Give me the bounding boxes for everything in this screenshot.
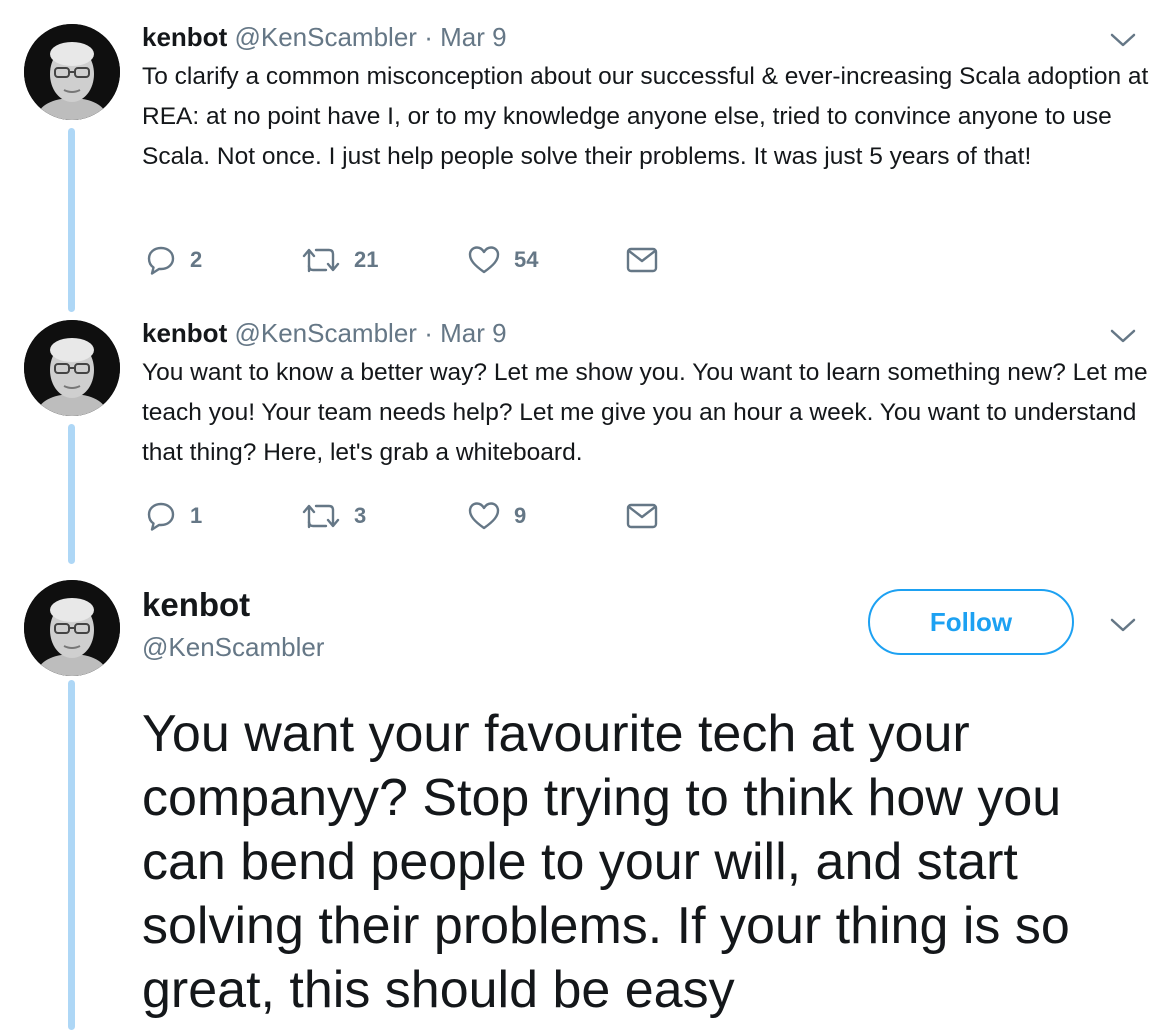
tweet-text: You want your favourite tech at your com… <box>142 705 1070 1019</box>
envelope-icon <box>626 247 658 273</box>
reply-button[interactable]: 2 <box>146 240 202 280</box>
thread-line <box>68 424 75 564</box>
like-count: 54 <box>514 247 539 272</box>
avatar[interactable] <box>24 580 120 676</box>
tweet-date[interactable]: Mar 9 <box>440 22 506 52</box>
retweet-button[interactable]: 21 <box>302 240 378 280</box>
chevron-down-icon[interactable] <box>1110 328 1136 344</box>
like-button[interactable]: 54 <box>468 240 538 280</box>
tweet-header: kenbot @KenScambler · Mar 9 <box>142 20 507 54</box>
retweet-icon <box>302 248 340 273</box>
author-handle[interactable]: @KenScambler <box>142 630 324 664</box>
author-name[interactable]: kenbot <box>142 584 250 626</box>
author-name[interactable]: kenbot <box>142 318 227 348</box>
retweet-count: 3 <box>354 503 367 528</box>
chevron-down-icon[interactable] <box>1110 32 1136 48</box>
tweet-actions: 1 3 9 <box>142 496 742 536</box>
avatar[interactable] <box>24 320 120 416</box>
message-button[interactable] <box>626 496 658 536</box>
separator-dot: · <box>424 318 433 348</box>
tweet-date[interactable]: Mar 9 <box>440 318 506 348</box>
reply-count: 1 <box>190 503 203 528</box>
separator-dot: · <box>424 22 433 52</box>
heart-icon <box>468 246 500 274</box>
tweet-text: To clarify a common misconception about … <box>142 63 1149 170</box>
message-button[interactable] <box>626 240 658 280</box>
thread-line <box>68 680 75 1030</box>
envelope-icon <box>626 503 658 529</box>
tweet-actions: 2 21 54 <box>142 240 742 280</box>
author-handle[interactable]: @KenScambler <box>234 318 416 348</box>
author-name[interactable]: kenbot <box>142 22 227 52</box>
reply-icon <box>147 502 175 531</box>
author-handle[interactable]: @KenScambler <box>234 22 416 52</box>
follow-button[interactable]: Follow <box>868 589 1074 655</box>
reply-icon <box>147 246 175 275</box>
tweet-text: You want to know a better way? Let me sh… <box>142 359 1148 466</box>
like-button[interactable]: 9 <box>468 496 526 536</box>
reply-button[interactable]: 1 <box>146 496 202 536</box>
retweet-count: 21 <box>354 247 379 272</box>
thread-line <box>68 128 75 312</box>
retweet-button[interactable]: 3 <box>302 496 366 536</box>
chevron-down-icon[interactable] <box>1110 617 1136 633</box>
retweet-icon <box>302 504 340 529</box>
avatar[interactable] <box>24 24 120 120</box>
tweet-header: kenbot @KenScambler · Mar 9 <box>142 316 507 350</box>
like-count: 9 <box>514 503 527 528</box>
heart-icon <box>468 502 500 530</box>
reply-count: 2 <box>190 247 203 272</box>
